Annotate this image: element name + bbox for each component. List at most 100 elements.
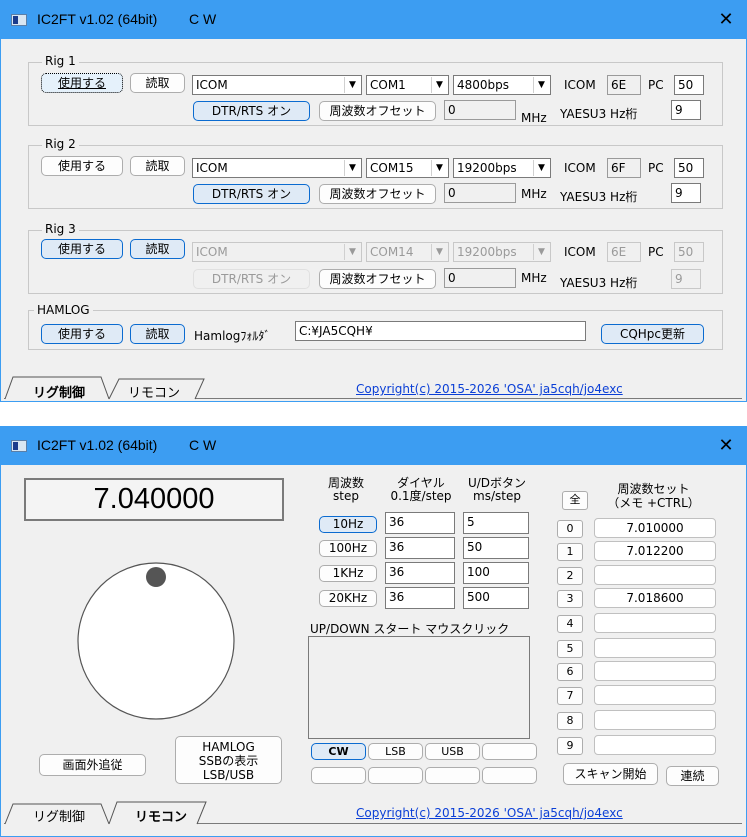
- rig2-baud-select[interactable]: 19200bps ▼: [453, 158, 551, 178]
- offscreen-follow-button[interactable]: 画面外追従: [39, 754, 146, 776]
- rig1-baud-select[interactable]: 4800bps ▼: [453, 75, 551, 95]
- step-20khz-button[interactable]: 20KHz: [319, 590, 377, 607]
- ms-1khz-field[interactable]: 100: [463, 562, 529, 584]
- rig2-pc-field[interactable]: 50: [674, 158, 704, 178]
- rig2-offset-field[interactable]: 0: [444, 183, 516, 203]
- rig2-addr-field[interactable]: 6F: [607, 158, 641, 178]
- rig2-dtr-button[interactable]: DTR/RTS オン: [193, 184, 310, 204]
- mode-empty-button[interactable]: [482, 743, 537, 760]
- rig1-maker-value: ICOM: [196, 78, 228, 92]
- mode-empty-button[interactable]: [311, 767, 366, 784]
- ms-10hz-field[interactable]: 5: [463, 512, 529, 534]
- memory-number-button[interactable]: 7: [557, 687, 583, 705]
- memory-number-button[interactable]: 3: [557, 590, 583, 608]
- remote-control-window: IC2FT v1.02 (64bit) C W ✕ 7.040000 画面外追従…: [0, 426, 747, 837]
- mode-empty-button[interactable]: [368, 767, 423, 784]
- scan-start-button[interactable]: スキャン開始: [563, 763, 658, 785]
- rig1-use-button[interactable]: 使用する: [41, 73, 123, 93]
- memory-field[interactable]: [594, 661, 716, 681]
- hamlog-folder-field[interactable]: C:¥JA5CQH¥: [295, 321, 586, 341]
- memory-number-button[interactable]: 9: [557, 737, 583, 755]
- hamlog-ssb-button[interactable]: HAMLOG SSBの表示 LSB/USB: [175, 736, 282, 784]
- copyright-link[interactable]: Copyright(c) 2015-2026 'OSA' ja5cqh/jo4e…: [356, 382, 623, 396]
- rig1-read-button[interactable]: 読取: [130, 73, 185, 93]
- hamlog-read-button[interactable]: 読取: [130, 324, 185, 344]
- rig1-addr-field[interactable]: 6E: [607, 75, 641, 95]
- cqhpc-update-button[interactable]: CQHpc更新: [601, 324, 704, 344]
- rig2-offset-button[interactable]: 周波数オフセット: [319, 184, 436, 204]
- memory-field[interactable]: [594, 735, 716, 755]
- memory-field[interactable]: [594, 638, 716, 658]
- continuous-button[interactable]: 連続: [666, 766, 719, 786]
- dial-20khz-field[interactable]: 36: [385, 587, 455, 609]
- rig2-maker-select[interactable]: ICOM ▼: [192, 158, 362, 178]
- dial-10hz-field[interactable]: 36: [385, 512, 455, 534]
- memory-number-button[interactable]: 8: [557, 712, 583, 730]
- memory-number-button[interactable]: 0: [557, 520, 583, 538]
- rig1-port-value: COM1: [370, 78, 406, 92]
- rig1-yaesu-field[interactable]: 9: [671, 100, 701, 120]
- dial-100hz-field[interactable]: 36: [385, 537, 455, 559]
- copyright-link[interactable]: Copyright(c) 2015-2026 'OSA' ja5cqh/jo4e…: [356, 806, 623, 820]
- rig3-offset-field[interactable]: 0: [444, 268, 516, 288]
- memory-number-button[interactable]: 4: [557, 615, 583, 633]
- rig2-addr-label: ICOM: [564, 161, 596, 175]
- memory-all-button[interactable]: 全: [562, 491, 588, 510]
- memory-field[interactable]: 7.010000: [594, 518, 716, 538]
- rig3-offset-button[interactable]: 周波数オフセット: [319, 269, 436, 289]
- step-1khz-button[interactable]: 1KHz: [319, 565, 377, 582]
- memory-field[interactable]: [594, 685, 716, 705]
- close-icon[interactable]: ✕: [713, 8, 739, 32]
- rig1-maker-select[interactable]: ICOM ▼: [192, 75, 362, 95]
- memory-field[interactable]: [594, 613, 716, 633]
- hamlog-use-button[interactable]: 使用する: [41, 324, 123, 344]
- dial-1khz-field[interactable]: 36: [385, 562, 455, 584]
- rig1-offset-button[interactable]: 周波数オフセット: [319, 101, 436, 121]
- rig2-use-button[interactable]: 使用する: [41, 156, 123, 176]
- mode-empty-button[interactable]: [425, 767, 480, 784]
- rig3-maker-select[interactable]: ICOM ▼: [192, 242, 362, 262]
- mode-lsb-button[interactable]: LSB: [368, 743, 423, 760]
- rig3-pc-field[interactable]: 50: [674, 242, 704, 262]
- rig3-dtr-button[interactable]: DTR/RTS オン: [193, 269, 310, 289]
- rig1-dtr-button[interactable]: DTR/RTS オン: [193, 101, 310, 121]
- memory-field[interactable]: [594, 710, 716, 730]
- memory-number-button[interactable]: 6: [557, 663, 583, 681]
- updown-click-area[interactable]: [308, 636, 530, 739]
- tab-rig-control[interactable]: リグ制御: [33, 806, 85, 825]
- updown-label: UP/DOWN スタート マウスクリック: [310, 622, 510, 636]
- memory-field[interactable]: [594, 565, 716, 585]
- rig1-port-select[interactable]: COM1 ▼: [366, 75, 449, 95]
- step-100hz-button[interactable]: 100Hz: [319, 540, 377, 557]
- rig2-port-select[interactable]: COM15 ▼: [366, 158, 449, 178]
- mode-cw-button[interactable]: CW: [311, 743, 366, 760]
- tab-rig-control[interactable]: リグ制御: [33, 382, 85, 401]
- rig3-use-button[interactable]: 使用する: [41, 239, 123, 259]
- rig1-yaesu-label: YAESU3 Hz桁: [560, 107, 638, 121]
- rig2-read-button[interactable]: 読取: [130, 156, 185, 176]
- tab-remote[interactable]: リモコン: [135, 806, 187, 825]
- ms-20khz-field[interactable]: 500: [463, 587, 529, 609]
- mode-usb-button[interactable]: USB: [425, 743, 480, 760]
- step-10hz-button[interactable]: 10Hz: [319, 516, 377, 533]
- close-icon[interactable]: ✕: [713, 434, 739, 458]
- rig3-port-select[interactable]: COM14 ▼: [366, 242, 449, 262]
- memory-field[interactable]: 7.018600: [594, 588, 716, 608]
- chevron-down-icon: ▼: [431, 77, 447, 93]
- memory-header-line2: （メモ +CTRL）: [607, 496, 700, 510]
- ms-100hz-field[interactable]: 50: [463, 537, 529, 559]
- memory-number-button[interactable]: 1: [557, 543, 583, 561]
- rig3-read-button[interactable]: 読取: [130, 239, 185, 259]
- tuning-dial[interactable]: [74, 561, 238, 721]
- rig2-yaesu-field[interactable]: 9: [671, 183, 701, 203]
- rig3-addr-field[interactable]: 6E: [607, 242, 641, 262]
- mode-empty-button[interactable]: [482, 767, 537, 784]
- rig3-yaesu-field[interactable]: 9: [671, 269, 701, 289]
- memory-number-button[interactable]: 5: [557, 640, 583, 658]
- memory-field[interactable]: 7.012200: [594, 541, 716, 561]
- rig1-offset-field[interactable]: 0: [444, 100, 516, 120]
- tab-remote[interactable]: リモコン: [128, 382, 180, 401]
- rig3-baud-select[interactable]: 19200bps ▼: [453, 242, 551, 262]
- memory-number-button[interactable]: 2: [557, 567, 583, 585]
- rig1-pc-field[interactable]: 50: [674, 75, 704, 95]
